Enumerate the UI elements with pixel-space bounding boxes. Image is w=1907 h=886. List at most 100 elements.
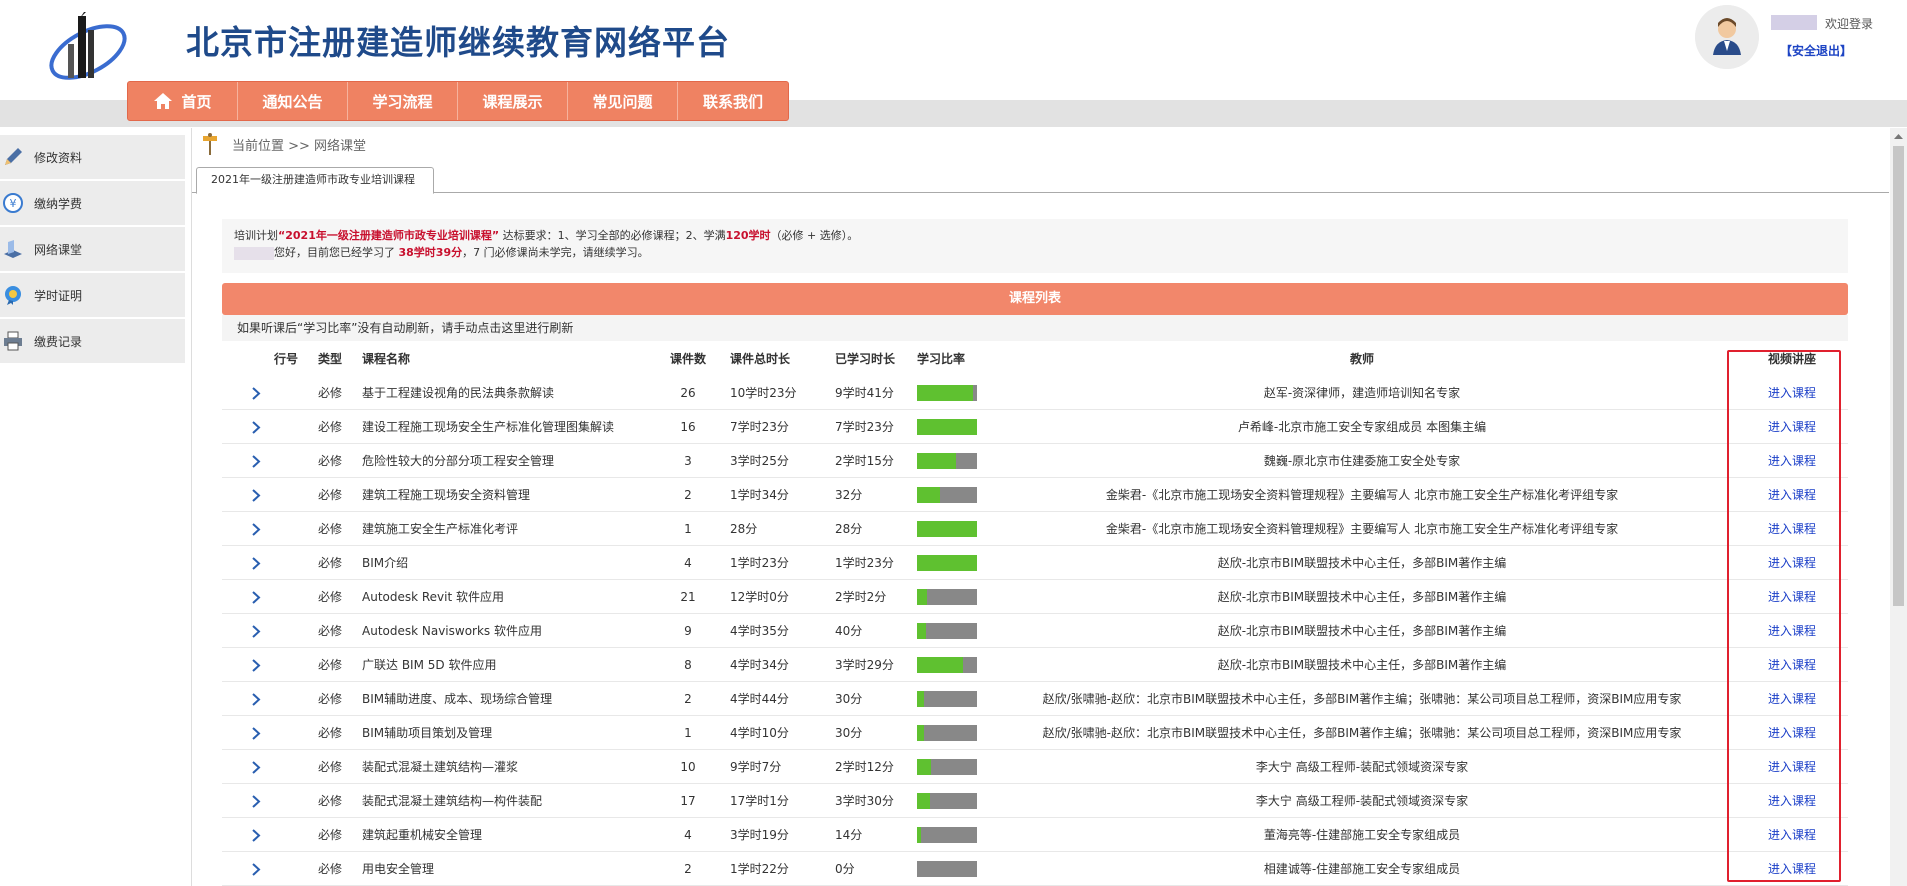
enter-course-link[interactable]: 进入课程 bbox=[1768, 760, 1816, 774]
cell-total-time: 3学时19分 bbox=[730, 828, 789, 842]
cell-count: 21 bbox=[680, 590, 696, 604]
enter-course-link[interactable]: 进入课程 bbox=[1768, 488, 1816, 502]
cell-course-name: Autodesk Navisworks 软件应用 bbox=[362, 624, 543, 638]
enter-course-link[interactable]: 进入课程 bbox=[1768, 658, 1816, 672]
sidebar-item-edit-profile[interactable]: 修改资料 bbox=[0, 135, 185, 181]
chevron-right-icon[interactable] bbox=[250, 795, 262, 808]
nav-home[interactable]: 首页 bbox=[128, 82, 238, 120]
progress-bar bbox=[917, 555, 977, 571]
notice-line-1: 培训计划“2021年一级注册建造师市政专业培训课程” 达标要求：1、学习全部的必… bbox=[234, 227, 1836, 244]
col-done: 已学习时长 bbox=[835, 352, 896, 366]
avatar bbox=[1695, 5, 1759, 69]
nav-notices[interactable]: 通知公告 bbox=[238, 82, 348, 120]
chevron-right-icon[interactable] bbox=[250, 591, 262, 604]
cell-studied-time: 2学时12分 bbox=[835, 760, 894, 774]
chevron-right-icon[interactable] bbox=[250, 727, 262, 740]
cell-count: 1 bbox=[684, 522, 692, 536]
chevron-right-icon[interactable] bbox=[250, 421, 262, 434]
progress-bar bbox=[917, 827, 977, 843]
scroll-up-arrow-icon[interactable] bbox=[1890, 128, 1907, 145]
cell-teacher: 赵欣/张啸驰-赵欣：北京市BIM联盟技术中心主任，多部BIM著作主编；张啸驰：某… bbox=[1042, 692, 1682, 706]
nav-faq[interactable]: 常见问题 bbox=[568, 82, 678, 120]
nav-process[interactable]: 学习流程 bbox=[348, 82, 458, 120]
cell-studied-time: 0分 bbox=[835, 862, 855, 876]
table-row: 必修 建筑工程施工现场安全资料管理 2 1学时34分 32分 金柴君-《北京市施… bbox=[222, 478, 1848, 512]
enter-course-link[interactable]: 进入课程 bbox=[1768, 862, 1816, 876]
sidebar-item-online-class[interactable]: 网络课堂 bbox=[0, 227, 185, 273]
logout-link[interactable]: 【安全退出】 bbox=[1780, 42, 1852, 59]
certificate-badge-icon bbox=[5, 286, 21, 305]
cell-course-name: 装配式混凝土建筑结构—灌浆 bbox=[362, 760, 519, 774]
chevron-right-icon[interactable] bbox=[250, 761, 262, 774]
cell-type: 必修 bbox=[318, 590, 343, 604]
sidebar-item-payment-records[interactable]: 缴费记录 bbox=[0, 319, 185, 365]
nav-courses[interactable]: 课程展示 bbox=[458, 82, 568, 120]
chevron-right-icon[interactable] bbox=[250, 455, 262, 468]
enter-course-link[interactable]: 进入课程 bbox=[1768, 692, 1816, 706]
book-icon bbox=[4, 240, 22, 258]
studied-hours: 38学时39分 bbox=[398, 246, 463, 259]
enter-course-link[interactable]: 进入课程 bbox=[1768, 590, 1816, 604]
chevron-right-icon[interactable] bbox=[250, 863, 262, 876]
sidebar-item-label: 缴纳学费 bbox=[34, 196, 83, 211]
chevron-right-icon[interactable] bbox=[250, 693, 262, 706]
cell-course-name: 基于工程建设视角的民法典条款解读 bbox=[362, 386, 555, 400]
cell-total-time: 4学时34分 bbox=[730, 658, 789, 672]
chevron-right-icon[interactable] bbox=[250, 625, 262, 638]
scroll-thumb[interactable] bbox=[1893, 146, 1904, 606]
chevron-right-icon[interactable] bbox=[250, 523, 262, 536]
enter-course-link[interactable]: 进入课程 bbox=[1768, 726, 1816, 740]
cell-studied-time: 32分 bbox=[835, 488, 863, 502]
table-row: 必修 Autodesk Revit 软件应用 21 12学时0分 2学时2分 赵… bbox=[222, 580, 1848, 614]
chevron-right-icon[interactable] bbox=[250, 829, 262, 842]
table-row: 必修 建设工程施工现场安全生产标准化管理图集解读 16 7学时23分 7学时23… bbox=[222, 410, 1848, 444]
progress-bar bbox=[917, 657, 977, 673]
tab-course-plan[interactable]: 2021年一级注册建造师市政专业培训课程 bbox=[196, 167, 434, 194]
progress-bar bbox=[917, 623, 977, 639]
nav-contact[interactable]: 联系我们 bbox=[678, 82, 788, 120]
col-idx: 行号 bbox=[274, 352, 299, 366]
cell-course-name: 危险性较大的分部分项工程安全管理 bbox=[362, 454, 555, 468]
enter-course-link[interactable]: 进入课程 bbox=[1768, 454, 1816, 468]
cell-teacher: 赵欣/张啸驰-赵欣：北京市BIM联盟技术中心主任，多部BIM著作主编；张啸驰：某… bbox=[1042, 726, 1682, 740]
cell-total-time: 3学时25分 bbox=[730, 454, 789, 468]
chevron-right-icon[interactable] bbox=[250, 387, 262, 400]
cell-studied-time: 3学时29分 bbox=[835, 658, 894, 672]
nav-label: 课程展示 bbox=[482, 92, 543, 111]
progress-fill bbox=[917, 487, 940, 503]
user-area: 欢迎登录 【安全退出】 bbox=[1695, 5, 1895, 70]
cell-course-name: BIM辅助进度、成本、现场综合管理 bbox=[362, 692, 553, 706]
progress-fill bbox=[917, 759, 932, 775]
enter-course-link[interactable]: 进入课程 bbox=[1768, 828, 1816, 842]
cell-type: 必修 bbox=[318, 828, 343, 842]
cell-count: 9 bbox=[684, 624, 692, 638]
cell-count: 16 bbox=[680, 420, 696, 434]
enter-course-link[interactable]: 进入课程 bbox=[1768, 794, 1816, 808]
enter-course-link[interactable]: 进入课程 bbox=[1768, 624, 1816, 638]
cell-total-time: 17学时1分 bbox=[730, 794, 789, 808]
sidebar-item-pay-tuition[interactable]: ¥ 缴纳学费 bbox=[0, 181, 185, 227]
refresh-tip[interactable]: 如果听课后“学习比率”没有自动刷新，请手动点击这里进行刷新 bbox=[222, 315, 1848, 341]
progress-fill bbox=[917, 657, 964, 673]
table-row: 必修 广联达 BIM 5D 软件应用 8 4学时34分 3学时29分 赵欣-北京… bbox=[222, 648, 1848, 682]
vertical-scrollbar[interactable] bbox=[1890, 128, 1907, 886]
chevron-right-icon[interactable] bbox=[250, 659, 262, 672]
chevron-right-icon[interactable] bbox=[250, 557, 262, 570]
sidebar-item-hours-certificate[interactable]: 学时证明 bbox=[0, 273, 185, 319]
breadcrumb: 当前位置 >> 网络课堂 bbox=[202, 130, 366, 158]
enter-course-link[interactable]: 进入课程 bbox=[1768, 556, 1816, 570]
enter-course-link[interactable]: 进入课程 bbox=[1768, 522, 1816, 536]
cell-teacher: 赵欣-北京市BIM联盟技术中心主任，多部BIM著作主编 bbox=[1217, 624, 1507, 638]
chevron-right-icon[interactable] bbox=[250, 489, 262, 502]
cell-studied-time: 1学时23分 bbox=[835, 556, 894, 570]
cell-count: 2 bbox=[684, 488, 692, 502]
cell-course-name: Autodesk Revit 软件应用 bbox=[362, 590, 505, 604]
cell-studied-time: 40分 bbox=[835, 624, 863, 638]
enter-course-link[interactable]: 进入课程 bbox=[1768, 420, 1816, 434]
cell-total-time: 12学时0分 bbox=[730, 590, 789, 604]
enter-course-link[interactable]: 进入课程 bbox=[1768, 386, 1816, 400]
welcome-text: 欢迎登录 bbox=[1825, 17, 1874, 31]
progress-fill bbox=[917, 827, 922, 843]
table-row: 必修 BIM辅助进度、成本、现场综合管理 2 4学时44分 30分 赵欣/张啸驰… bbox=[222, 682, 1848, 716]
username-redacted bbox=[234, 246, 274, 260]
